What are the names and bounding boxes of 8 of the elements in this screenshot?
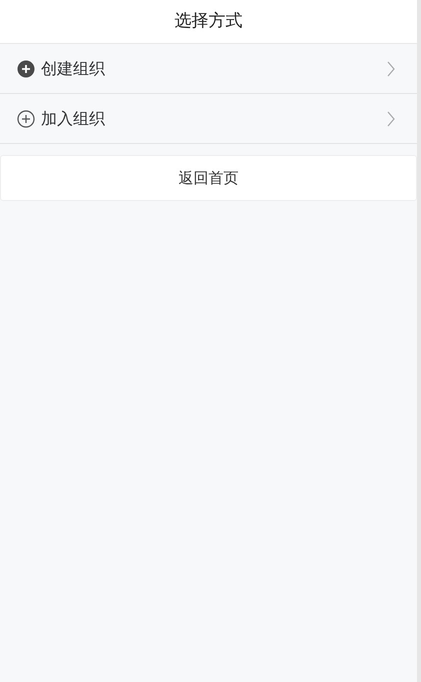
option-label: 创建组织 <box>41 58 106 80</box>
chevron-right-icon <box>387 60 395 76</box>
chevron-right-icon <box>387 110 395 126</box>
plus-circle-icon <box>17 60 35 78</box>
option-label: 加入组织 <box>41 108 106 130</box>
back-home-button[interactable]: 返回首页 <box>0 155 417 201</box>
plus-circle-icon <box>17 110 35 128</box>
page-title: 选择方式 <box>174 10 242 33</box>
